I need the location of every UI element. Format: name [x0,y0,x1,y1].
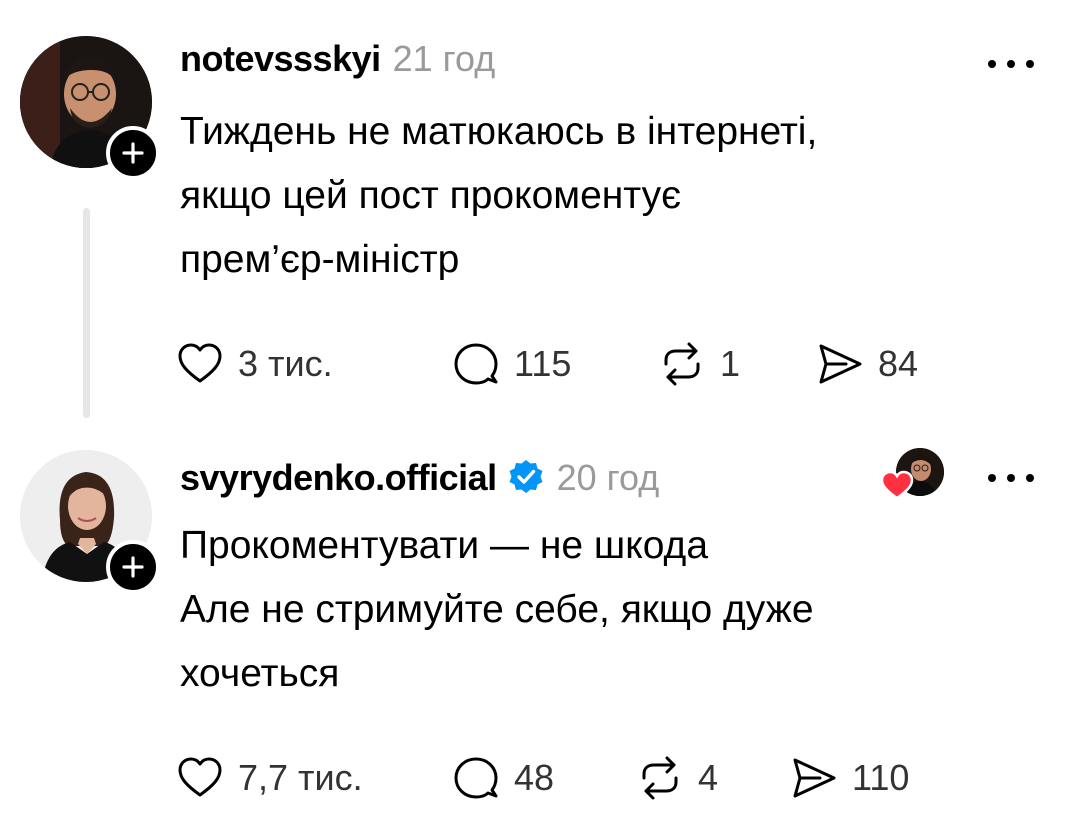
send-icon [819,344,862,384]
share-count: 84 [878,343,919,384]
verified-badge-icon [509,460,543,493]
repost-count: 4 [698,757,719,798]
username[interactable]: svyrydenko.official [180,457,497,499]
more-options-button[interactable] [988,468,1034,488]
thread-post: svyrydenko.official 20 год Прокоментуват… [0,420,1080,836]
follow-button[interactable] [106,126,160,180]
thread-post: notevssskyi 21 год Тиждень не матюкаюсь … [0,0,1080,420]
plus-icon [122,142,144,164]
more-dots-icon [988,474,996,482]
action-bar: 7,7 тис. 48 4 110 [176,750,956,806]
more-dots-icon [988,60,996,68]
timestamp: 20 год [556,457,660,498]
post-header: notevssskyi 21 год [180,38,495,80]
share-button[interactable]: 84 [816,336,918,392]
follow-button[interactable] [106,540,160,594]
heart-filled-icon [880,470,914,500]
share-count: 110 [852,757,910,798]
post-text: Прокоментувати — не шкода Але не стримуй… [180,514,814,706]
heart-outline-icon [178,343,222,383]
post-text-line: Прокоментувати — не шкода [180,524,709,567]
repost-arrows-icon [642,756,678,800]
share-button[interactable]: 110 [790,750,909,806]
username[interactable]: notevssskyi [180,38,381,80]
comment-count: 48 [514,757,555,798]
post-text: Тиждень не матюкаюсь в інтернеті, якщо ц… [180,100,817,292]
speech-bubble-icon [454,343,498,385]
timestamp: 21 год [392,38,496,79]
like-count: 7,7 тис. [238,757,363,798]
like-button[interactable]: 3 тис. [176,336,333,392]
like-count: 3 тис. [238,343,333,384]
more-options-button[interactable] [988,54,1034,74]
action-bar: 3 тис. 115 1 84 [176,336,956,392]
repost-button[interactable]: 4 [636,750,718,806]
send-icon [793,758,836,798]
post-text-line: прем’єр-міністр [180,238,460,281]
repost-arrows-icon [664,342,700,386]
plus-icon [122,556,144,578]
heart-outline-icon [178,757,222,797]
post-header: svyrydenko.official 20 год [180,452,659,499]
repost-button[interactable]: 1 [658,336,740,392]
speech-bubble-icon [454,757,498,799]
post-text-line: Але не стримуйте себе, якщо дуже [180,588,814,631]
post-text-line: якщо цей пост прокоментує [180,174,682,217]
comment-button[interactable]: 48 [452,750,554,806]
post-text-line: Тиждень не матюкаюсь в інтернеті, [180,110,818,153]
post-text-line: хочеться [180,652,340,695]
liked-by-author-avatar[interactable] [880,448,944,500]
comment-button[interactable]: 115 [452,336,571,392]
like-button[interactable]: 7,7 тис. [176,750,363,806]
thread-line [83,208,90,418]
comment-count: 115 [514,343,572,384]
repost-count: 1 [720,343,741,384]
